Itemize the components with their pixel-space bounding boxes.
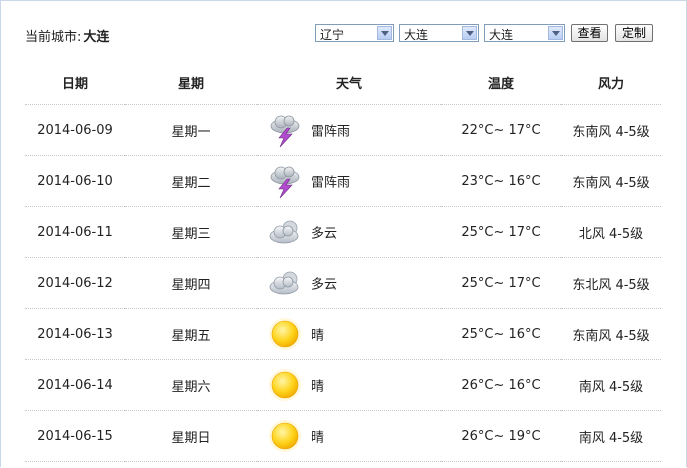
temperature-cell: 23°C~ 16°C	[441, 155, 561, 207]
weekday-cell: 星期六	[125, 359, 257, 411]
date-cell: 2014-06-12	[25, 257, 125, 309]
thunderstorm-icon	[267, 163, 303, 199]
weather-cell: 雷阵雨	[257, 104, 441, 156]
chevron-down-icon[interactable]	[462, 26, 477, 40]
temperature-cell: 26°C~ 19°C	[441, 410, 561, 462]
wind-cell: 东北风 4-5级	[561, 257, 661, 309]
weather-cell: 晴	[257, 359, 441, 411]
weather-text: 多云	[311, 226, 338, 242]
date-cell: 2014-06-11	[25, 206, 125, 258]
table-header-row: 日期 星期 天气 温度 风力	[25, 61, 661, 105]
table-row: 2014-06-15 星期日 晴 26°C~ 19°C 南风 4-5级	[25, 410, 661, 462]
cloudy-icon	[267, 265, 303, 301]
weather-panel: 当前城市: 大连 辽宁 大连 大连 查看 定制 日期 星期 天气 温度 风力 2…	[0, 0, 687, 467]
wind-cell: 南风 4-5级	[561, 359, 661, 411]
sunny-icon	[267, 367, 303, 403]
toolbar: 当前城市: 大连 辽宁 大连 大连 查看 定制	[25, 23, 665, 45]
wind-cell: 南风 4-5级	[561, 410, 661, 462]
weather-text: 雷阵雨	[311, 124, 351, 140]
table-row: 2014-06-14 星期六 晴 26°C~ 16°C 南风 4-5级	[25, 359, 661, 411]
weather-text: 多云	[311, 277, 338, 293]
weekday-cell: 星期三	[125, 206, 257, 258]
table-row: 2014-06-11 星期三 多云 25°C~ 17°C 北风 4-5级	[25, 206, 661, 258]
province-select-value: 辽宁	[320, 28, 345, 42]
city-select[interactable]: 大连	[399, 24, 479, 42]
date-cell: 2014-06-15	[25, 410, 125, 462]
weather-text: 晴	[311, 430, 325, 446]
weekday-cell: 星期一	[125, 104, 257, 156]
weekday-cell: 星期五	[125, 308, 257, 360]
weekday-cell: 星期四	[125, 257, 257, 309]
table-row: 2014-06-12 星期四 多云 25°C~ 17°C 东北风 4-5级	[25, 257, 661, 309]
wind-cell: 北风 4-5级	[561, 206, 661, 258]
district-select-value: 大连	[489, 28, 514, 42]
weather-text: 晴	[311, 328, 325, 344]
current-city: 当前城市: 大连	[25, 26, 109, 45]
weather-text: 晴	[311, 379, 325, 395]
weather-text: 雷阵雨	[311, 175, 351, 191]
weather-cell: 多云	[257, 257, 441, 309]
weather-cell: 雷阵雨	[257, 155, 441, 207]
wind-cell: 东南风 4-5级	[561, 104, 661, 156]
wind-cell: 东南风 4-5级	[561, 155, 661, 207]
weekday-cell: 星期日	[125, 410, 257, 462]
table-row: 2014-06-10 星期二 雷阵雨 23°C~ 16°C 东南风 4-5级	[25, 155, 661, 207]
view-button[interactable]: 查看	[571, 24, 608, 42]
weather-cell: 晴	[257, 410, 441, 462]
weekday-cell: 星期二	[125, 155, 257, 207]
cloudy-icon	[267, 214, 303, 250]
wind-cell: 东南风 4-5级	[561, 308, 661, 360]
date-cell: 2014-06-13	[25, 308, 125, 360]
temperature-cell: 25°C~ 17°C	[441, 257, 561, 309]
chevron-down-icon[interactable]	[377, 26, 392, 40]
date-cell: 2014-06-10	[25, 155, 125, 207]
column-header-wind: 风力	[561, 61, 661, 105]
date-cell: 2014-06-14	[25, 359, 125, 411]
column-header-weather: 天气	[257, 61, 441, 105]
column-header-temperature: 温度	[441, 61, 561, 105]
column-header-date: 日期	[25, 61, 125, 105]
sunny-icon	[267, 316, 303, 352]
column-header-weekday: 星期	[125, 61, 257, 105]
sunny-icon	[267, 418, 303, 454]
temperature-cell: 25°C~ 16°C	[441, 308, 561, 360]
temperature-cell: 25°C~ 17°C	[441, 206, 561, 258]
weather-cell: 晴	[257, 308, 441, 360]
current-city-name: 大连	[83, 30, 110, 45]
city-select-value: 大连	[404, 28, 429, 42]
weather-cell: 多云	[257, 206, 441, 258]
table-row: 2014-06-09 星期一 雷阵雨 22°C~ 17°C 东南风 4-5级	[25, 104, 661, 156]
date-cell: 2014-06-09	[25, 104, 125, 156]
province-select[interactable]: 辽宁	[315, 24, 394, 42]
district-select[interactable]: 大连	[484, 24, 565, 42]
temperature-cell: 26°C~ 16°C	[441, 359, 561, 411]
customize-button[interactable]: 定制	[615, 24, 653, 42]
current-city-label: 当前城市:	[25, 30, 82, 45]
temperature-cell: 22°C~ 17°C	[441, 104, 561, 156]
table-row: 2014-06-13 星期五 晴 25°C~ 16°C 东南风 4-5级	[25, 308, 661, 360]
chevron-down-icon[interactable]	[548, 26, 563, 40]
forecast-table: 日期 星期 天气 温度 风力 2014-06-09 星期一 雷阵雨 22°C~ 17°…	[25, 61, 661, 462]
thunderstorm-icon	[267, 112, 303, 148]
